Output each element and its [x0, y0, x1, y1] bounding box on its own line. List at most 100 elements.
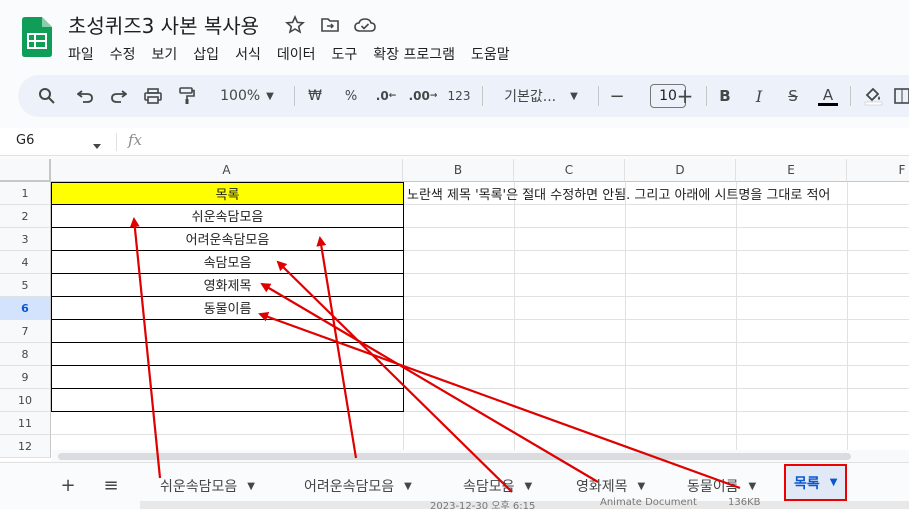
- chevron-down-icon[interactable]: ▼: [638, 481, 646, 492]
- title-bar: 초성퀴즈3 사본 복사용 파일 수정 보기 삽입 서식 데이터 도구 확장 프로…: [0, 0, 909, 72]
- percent-format-button[interactable]: %: [340, 81, 362, 111]
- background-window-strip: 2023-12-30 오후 6:15 Animate Document 136K…: [140, 497, 909, 509]
- chevron-down-icon: ▼: [266, 90, 274, 102]
- menu-view[interactable]: 보기: [144, 42, 186, 66]
- cell-a7[interactable]: [51, 319, 404, 343]
- row-header-3[interactable]: 3: [0, 228, 51, 251]
- all-sheets-button[interactable]: ≡: [99, 473, 123, 497]
- increase-decimal-button[interactable]: .00 →: [408, 81, 438, 111]
- sheet-tab-active[interactable]: 목록 ▼: [783, 464, 848, 501]
- more-formats-button[interactable]: 123: [444, 81, 474, 111]
- chevron-down-icon[interactable]: ▼: [247, 481, 255, 492]
- bold-button[interactable]: B: [714, 81, 736, 111]
- chevron-down-icon[interactable]: ▼: [749, 481, 757, 492]
- cell-a2[interactable]: 쉬운속담모음: [51, 204, 404, 228]
- sheet-tab-label: 동물이름: [687, 479, 739, 495]
- select-all-corner[interactable]: [0, 159, 51, 182]
- cell-a8[interactable]: [51, 342, 404, 366]
- chevron-down-icon[interactable]: ▼: [525, 481, 533, 492]
- sheet-tab[interactable]: 속담모음 ▼: [463, 473, 532, 499]
- cell-a4[interactable]: 속담모음: [51, 250, 404, 274]
- font-select[interactable]: 기본값... ▼: [496, 81, 586, 111]
- grid-line: [514, 182, 515, 461]
- background-size-text: 136KB: [728, 497, 761, 508]
- cloud-saved-icon[interactable]: [353, 13, 377, 37]
- chevron-down-icon[interactable]: ▼: [830, 477, 838, 488]
- strikethrough-button[interactable]: S: [782, 81, 804, 111]
- menu-insert[interactable]: 삽입: [185, 42, 227, 66]
- formula-divider: [116, 133, 117, 151]
- toolbar-divider: [706, 86, 707, 106]
- currency-format-button[interactable]: ₩: [304, 81, 326, 111]
- name-box[interactable]: G6: [16, 133, 34, 148]
- cell-a5[interactable]: 영화제목: [51, 273, 404, 297]
- background-date-text: 2023-12-30 오후 6:15: [430, 501, 536, 509]
- menu-tools[interactable]: 도구: [323, 42, 365, 66]
- row-header-2[interactable]: 2: [0, 205, 51, 228]
- paint-format-icon[interactable]: [174, 81, 200, 111]
- sheets-logo-icon[interactable]: [22, 17, 52, 57]
- toolbar-divider: [850, 86, 851, 106]
- move-folder-icon[interactable]: [318, 13, 342, 37]
- menu-edit[interactable]: 수정: [102, 42, 144, 66]
- row-header-12[interactable]: 12: [0, 435, 51, 458]
- menu-file[interactable]: 파일: [60, 42, 102, 66]
- text-color-swatch: [818, 102, 838, 106]
- cell-a9[interactable]: [51, 365, 404, 389]
- decrease-font-size-button[interactable]: −: [606, 81, 628, 111]
- grid-line: [736, 182, 737, 461]
- row-header-9[interactable]: 9: [0, 366, 51, 389]
- menu-data[interactable]: 데이터: [269, 42, 324, 66]
- cell-b1[interactable]: 노란색 제목 '목록'은 절대 수정하면 안됨. 그리고 아래에 시트명을 그대…: [407, 182, 909, 205]
- increase-font-size-button[interactable]: +: [674, 81, 696, 111]
- decrease-decimal-button[interactable]: .0 ←: [372, 81, 400, 111]
- font-value: 기본값...: [504, 89, 557, 105]
- row-header-5[interactable]: 5: [0, 274, 51, 297]
- row-header-1[interactable]: 1: [0, 182, 51, 205]
- search-menus-icon[interactable]: [34, 81, 60, 111]
- menu-help[interactable]: 도움말: [463, 42, 518, 66]
- cell-a6[interactable]: 동물이름: [51, 296, 404, 320]
- fill-color-icon[interactable]: [860, 81, 886, 111]
- sheet-tab[interactable]: 쉬운속담모음 ▼: [160, 473, 255, 499]
- sheet-tab[interactable]: 어려운속담모음 ▼: [304, 473, 412, 499]
- text-color-button[interactable]: A: [816, 81, 840, 111]
- cell-a1[interactable]: 목록: [51, 182, 404, 205]
- scrollbar-thumb[interactable]: [58, 453, 851, 460]
- column-header-e[interactable]: E: [736, 159, 847, 182]
- document-title[interactable]: 초성퀴즈3 사본 복사용: [68, 10, 259, 39]
- decrease-decimal-label: .0: [375, 89, 389, 103]
- add-sheet-button[interactable]: +: [56, 473, 80, 497]
- sheet-tab[interactable]: 동물이름 ▼: [687, 473, 756, 499]
- toolbar: 100% ▼ ₩ % .0 ← .00 → 123 기본값... ▼ − 10 + …: [18, 75, 909, 117]
- spreadsheet-grid[interactable]: A B C D E F 1 2 3 4 5 6 7 8 9 10 11 12 목…: [0, 159, 909, 461]
- row-header-7[interactable]: 7: [0, 320, 51, 343]
- italic-button[interactable]: I: [748, 81, 770, 111]
- column-header-f[interactable]: F: [847, 159, 909, 182]
- column-header-b[interactable]: B: [403, 159, 514, 182]
- row-header-10[interactable]: 10: [0, 389, 51, 412]
- chevron-down-icon[interactable]: ▼: [404, 481, 412, 492]
- print-icon[interactable]: [140, 81, 166, 111]
- column-header-d[interactable]: D: [625, 159, 736, 182]
- row-header-11[interactable]: 11: [0, 412, 51, 435]
- fx-icon: fx: [128, 131, 143, 149]
- row-header-4[interactable]: 4: [0, 251, 51, 274]
- chevron-down-icon[interactable]: [92, 136, 102, 155]
- cell-a10[interactable]: [51, 388, 404, 412]
- column-header-c[interactable]: C: [514, 159, 625, 182]
- sheet-tab[interactable]: 영화제목 ▼: [576, 473, 645, 499]
- cell-a3[interactable]: 어려운속담모음: [51, 227, 404, 251]
- menu-extensions[interactable]: 확장 프로그램: [365, 42, 463, 66]
- row-header-6-selected[interactable]: 6: [0, 297, 51, 320]
- row-header-8[interactable]: 8: [0, 343, 51, 366]
- borders-icon[interactable]: [894, 81, 909, 111]
- column-header-a[interactable]: A: [51, 159, 403, 182]
- redo-icon[interactable]: [106, 81, 132, 111]
- horizontal-scrollbar[interactable]: [52, 450, 909, 462]
- star-icon[interactable]: [283, 13, 307, 37]
- undo-icon[interactable]: [72, 81, 98, 111]
- zoom-select[interactable]: 100% ▼: [210, 81, 284, 111]
- menu-format[interactable]: 서식: [227, 42, 269, 66]
- grid-line: [51, 434, 909, 435]
